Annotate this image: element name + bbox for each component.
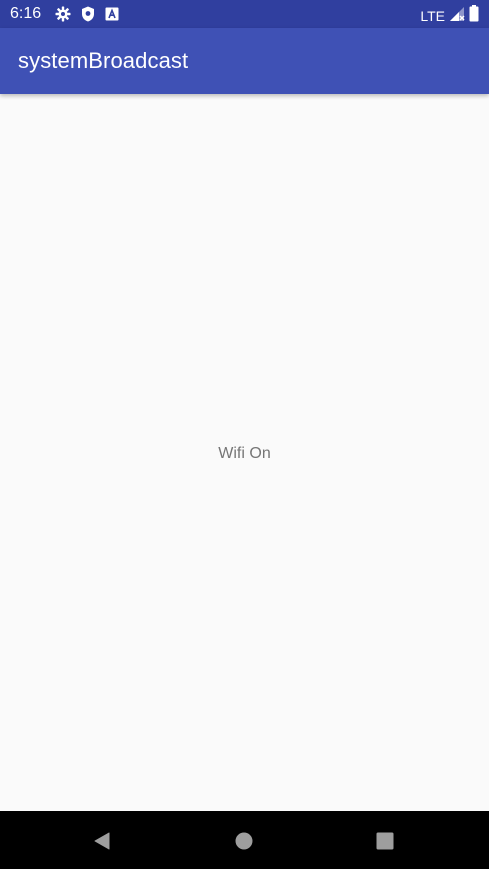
shield-icon [81, 6, 95, 22]
app-title: systemBroadcast [18, 48, 189, 73]
accessibility-icon [105, 7, 119, 21]
status-time: 6:16 [10, 5, 42, 22]
settings-icon [55, 6, 71, 22]
signal-icon [449, 6, 465, 27]
navigation-bar [0, 811, 489, 869]
recents-button[interactable] [374, 830, 396, 852]
status-bar: 6:16 LTE [0, 0, 489, 28]
wifi-status-text: Wifi On [218, 445, 271, 462]
home-icon [235, 832, 253, 850]
recents-icon [376, 832, 394, 850]
back-button[interactable] [91, 830, 113, 852]
home-button[interactable] [233, 830, 255, 852]
back-icon [94, 832, 110, 850]
main-content: Wifi On [0, 94, 489, 811]
app-bar: systemBroadcast [0, 28, 489, 94]
battery-icon [469, 5, 479, 27]
status-notification-icons [55, 6, 119, 22]
network-type-label: LTE [420, 8, 445, 24]
status-system-icons: LTE [420, 5, 479, 27]
